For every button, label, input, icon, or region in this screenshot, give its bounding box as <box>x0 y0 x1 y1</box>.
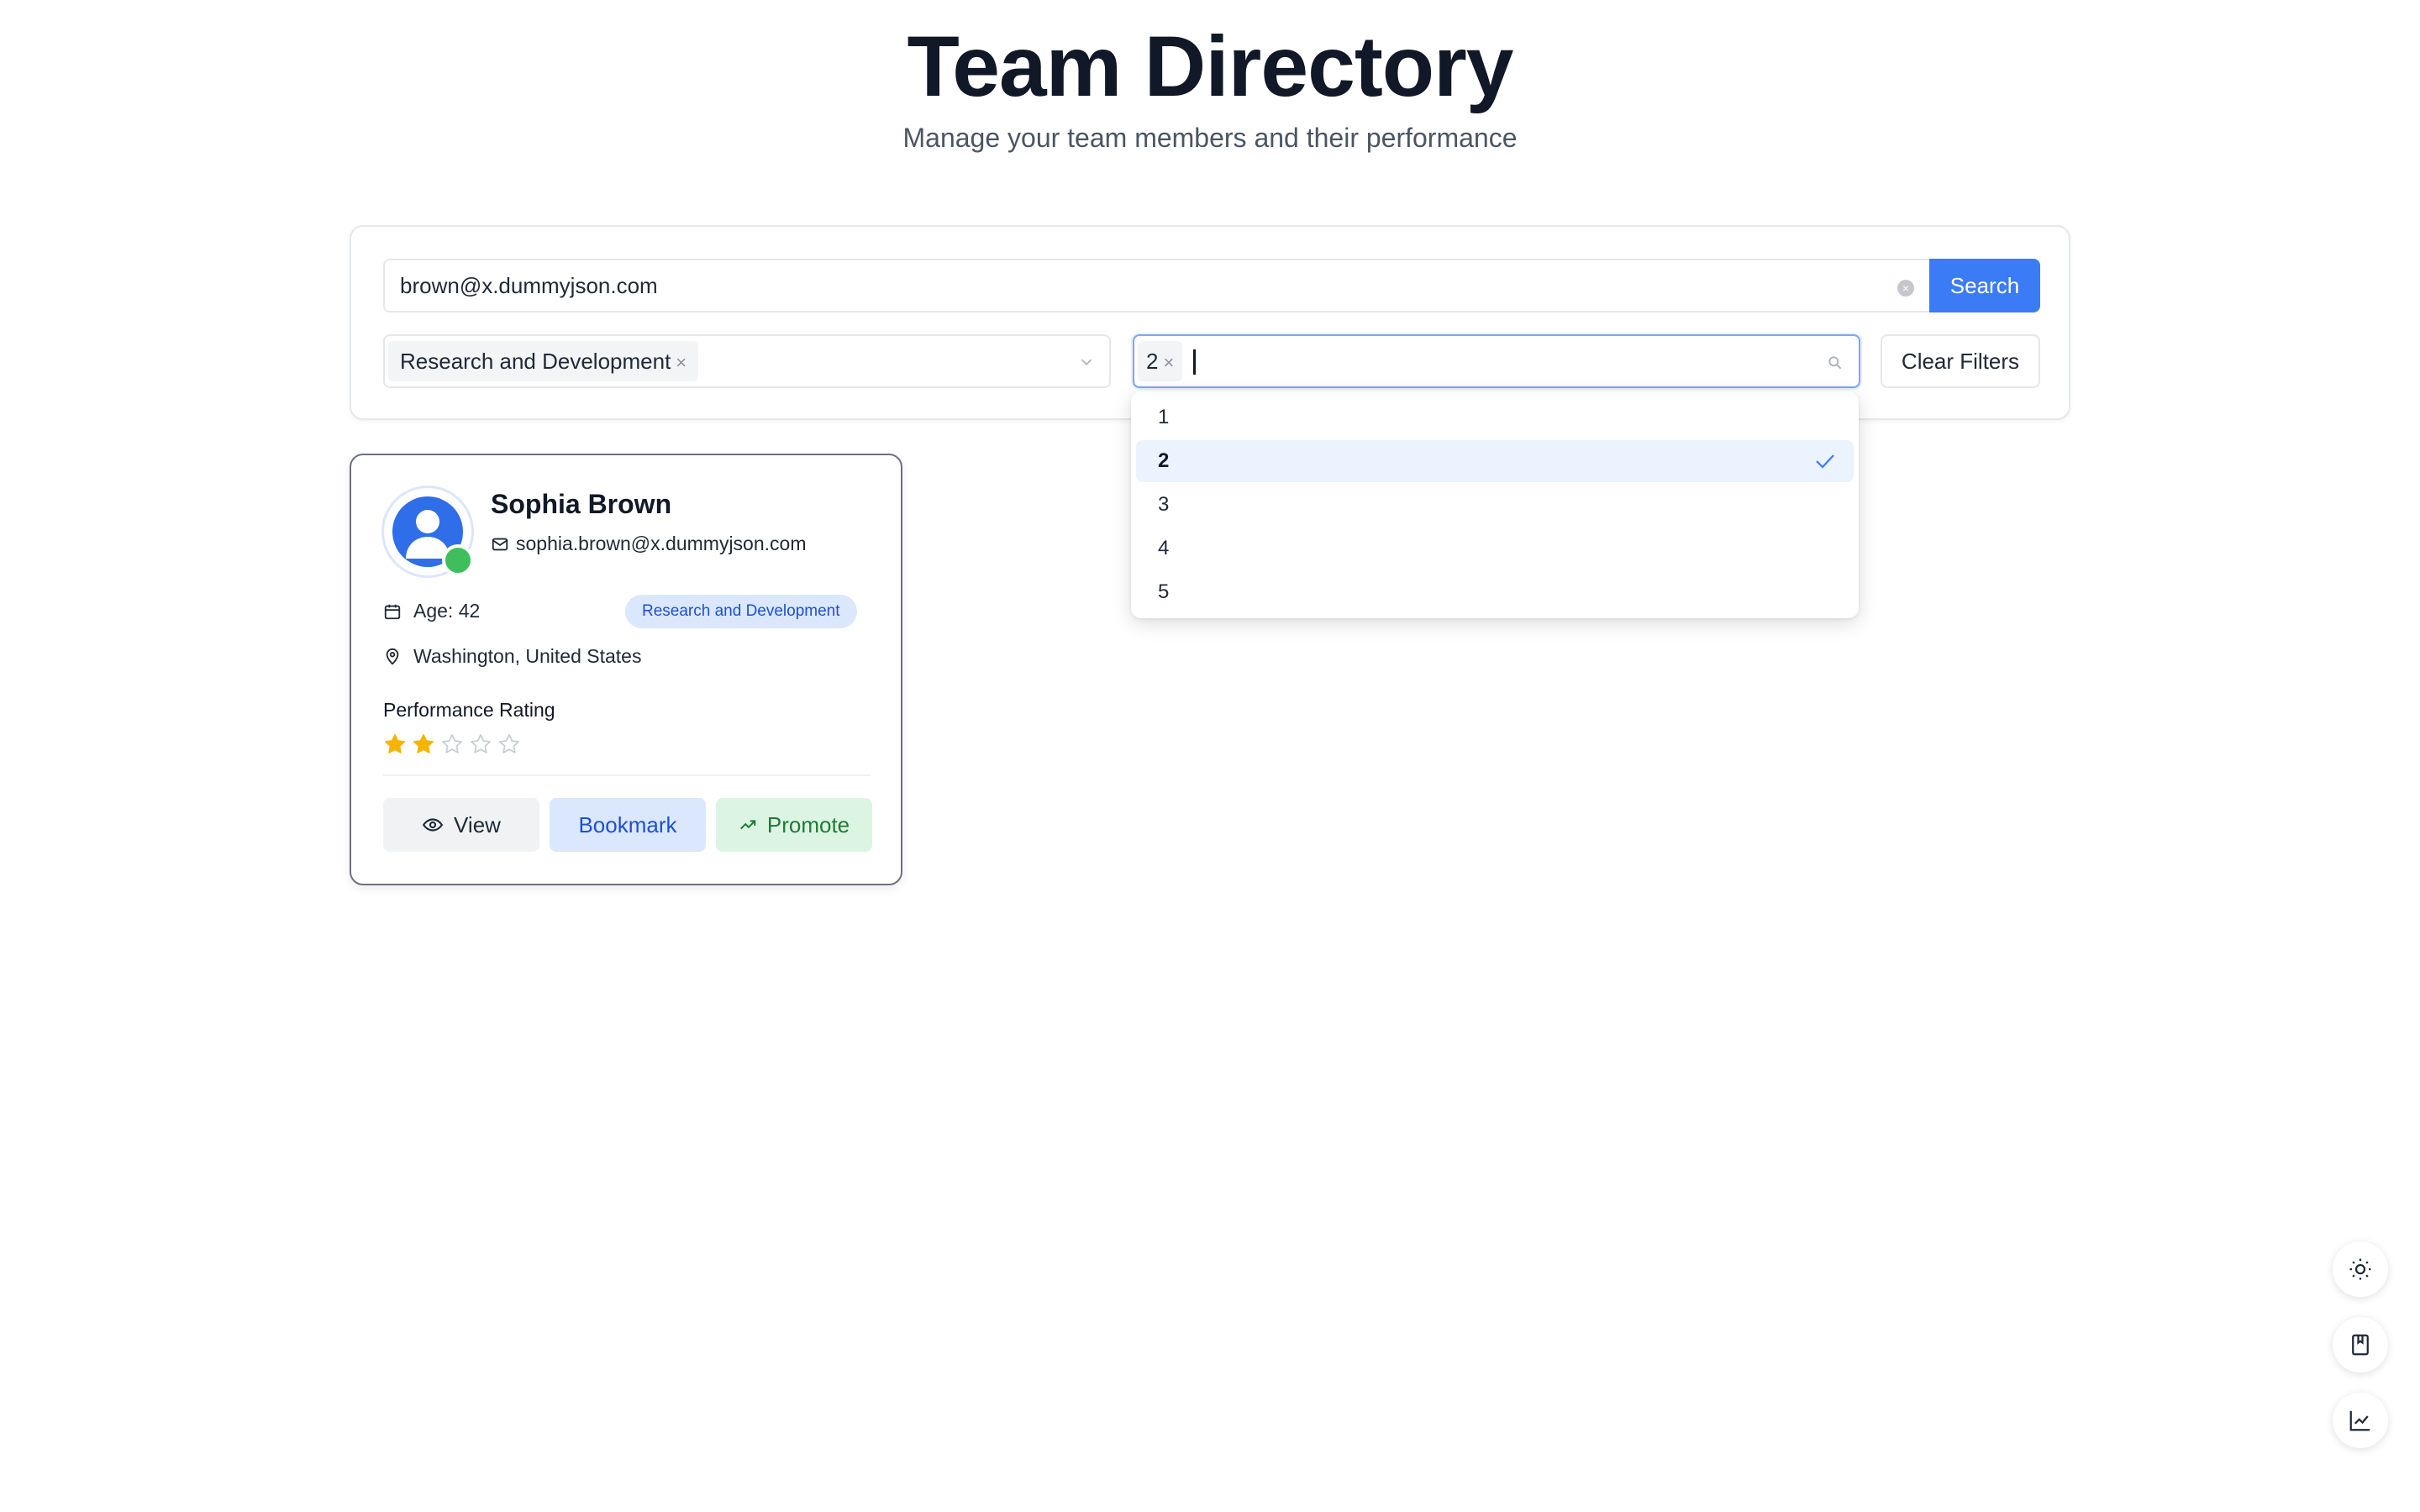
clear-search-icon[interactable]: × <box>1897 280 1914 297</box>
promote-button-label: Promote <box>766 812 850 837</box>
bookmark-button-label: Bookmark <box>578 812 677 837</box>
member-card: Sophia Brown sophia.brown@x.dummyjson.co… <box>350 454 902 885</box>
rating-option-5[interactable]: 5 <box>1136 571 1854 613</box>
mail-icon <box>492 538 508 550</box>
search-button[interactable]: Search <box>1929 259 2040 312</box>
star-filled-icon <box>413 734 434 753</box>
promote-button[interactable]: Promote <box>716 798 872 852</box>
view-button[interactable]: View <box>383 798 539 852</box>
search-input[interactable]: brown@x.dummyjson.com × <box>383 259 1929 312</box>
performance-stars <box>383 732 521 756</box>
search-icon <box>1828 356 1842 370</box>
rating-tag-label: 2 <box>1146 349 1159 374</box>
sun-icon <box>2349 1258 2371 1280</box>
text-caret <box>1193 349 1196 375</box>
bookmark-button[interactable]: Bookmark <box>550 798 706 852</box>
eye-icon <box>422 818 444 832</box>
remove-rating-tag-icon[interactable]: × <box>1163 352 1174 373</box>
rating-tag: 2 × <box>1138 341 1183 381</box>
page-subtitle: Manage your team members and their perfo… <box>902 123 1518 153</box>
bookmarks-fab-button[interactable] <box>2333 1317 2388 1373</box>
star-filled-icon <box>385 734 405 753</box>
rating-dropdown: 1 2 3 4 5 <box>1131 391 1859 618</box>
chart-icon <box>2349 1410 2370 1431</box>
member-age: Age: 42 <box>413 600 481 622</box>
analytics-fab-button[interactable] <box>2333 1393 2388 1448</box>
member-location-row: Washington, United States <box>383 645 641 668</box>
card-divider <box>383 774 871 776</box>
rating-option-3[interactable]: 3 <box>1136 484 1854 526</box>
department-select[interactable]: Research and Development × <box>383 334 1111 388</box>
star-empty-icon <box>471 734 491 753</box>
department-badge: Research and Development <box>625 595 857 628</box>
rating-option-1[interactable]: 1 <box>1136 396 1854 438</box>
rating-select[interactable]: 2 × <box>1133 334 1860 388</box>
calendar-icon <box>384 604 401 619</box>
member-name: Sophia Brown <box>491 489 672 519</box>
member-location: Washington, United States <box>413 645 642 667</box>
bookmark-icon <box>2352 1334 2369 1356</box>
rating-option-2-label: 2 <box>1158 449 1170 472</box>
remove-department-tag-icon[interactable]: × <box>676 352 687 373</box>
clear-filters-button[interactable]: Clear Filters <box>1881 334 2040 388</box>
chevron-down-icon <box>1081 359 1092 366</box>
member-email-row: sophia.brown@x.dummyjson.com <box>491 533 806 555</box>
star-empty-icon <box>442 734 462 753</box>
search-input-value: brown@x.dummyjson.com <box>400 273 658 298</box>
page-header: Team Directory Manage your team members … <box>0 18 2420 155</box>
member-age-row: Age: 42 <box>383 600 480 622</box>
trending-up-icon <box>739 820 756 830</box>
check-icon <box>1816 454 1834 469</box>
theme-toggle-button[interactable] <box>2333 1242 2388 1297</box>
member-email: sophia.brown@x.dummyjson.com <box>516 533 807 554</box>
department-tag-label: Research and Development <box>400 349 671 374</box>
star-empty-icon <box>499 734 519 753</box>
page-title: Team Directory <box>907 18 1513 114</box>
rating-option-4[interactable]: 4 <box>1136 528 1854 570</box>
performance-label: Performance Rating <box>383 699 555 721</box>
department-tag: Research and Development × <box>388 341 699 381</box>
rating-option-2[interactable]: 2 <box>1136 440 1854 482</box>
map-pin-icon <box>386 648 399 665</box>
view-button-label: View <box>454 812 501 837</box>
online-status-dot <box>442 544 474 576</box>
